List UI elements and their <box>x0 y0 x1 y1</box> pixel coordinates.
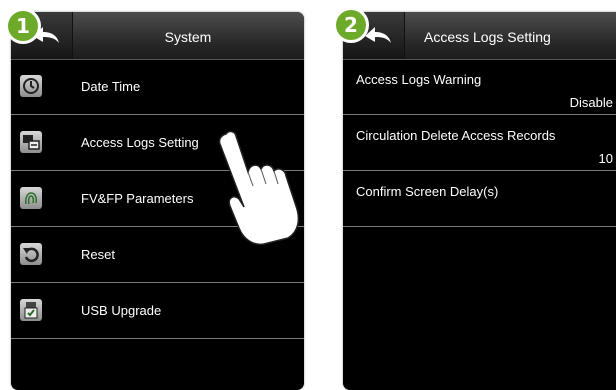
reset-icon <box>20 243 42 265</box>
setting-value: 10 <box>598 151 613 166</box>
menu-item-label: FV&FP Parameters <box>81 191 194 206</box>
usb-icon <box>20 299 42 321</box>
page-title: System <box>164 29 212 45</box>
setting-access-logs-warning[interactable]: Access Logs Warning Disable <box>343 59 616 115</box>
setting-name: Access Logs Warning <box>356 72 482 87</box>
setting-confirm-screen-delay[interactable]: Confirm Screen Delay(s) <box>343 171 616 227</box>
menu-item-label: Reset <box>81 247 115 262</box>
step-2-badge: 2 <box>333 7 369 43</box>
title-bar: System <box>11 12 304 60</box>
fingerprint-icon <box>20 187 42 209</box>
title-bar: Access Logs Setting <box>343 12 616 60</box>
page-title: Access Logs Setting <box>424 29 551 45</box>
access-logs-icon <box>20 131 42 153</box>
setting-name: Circulation Delete Access Records <box>356 128 556 143</box>
setting-circulation-delete-access-records[interactable]: Circulation Delete Access Records 10 <box>343 115 616 171</box>
menu-item-label: USB Upgrade <box>81 303 162 318</box>
menu-item-label: Date Time <box>81 79 141 94</box>
step-1-badge: 1 <box>5 8 41 44</box>
menu-item-usb-upgrade[interactable]: USB Upgrade <box>11 283 304 339</box>
menu-item-label: Access Logs Setting <box>81 135 199 150</box>
setting-value: Disable <box>569 95 613 110</box>
clock-icon <box>20 75 42 97</box>
setting-name: Confirm Screen Delay(s) <box>356 184 499 199</box>
menu-item-date-time[interactable]: Date Time <box>11 59 304 115</box>
access-logs-setting-screen: Access Logs Setting Access Logs Warning … <box>343 12 616 390</box>
pointing-hand-icon <box>218 130 300 246</box>
